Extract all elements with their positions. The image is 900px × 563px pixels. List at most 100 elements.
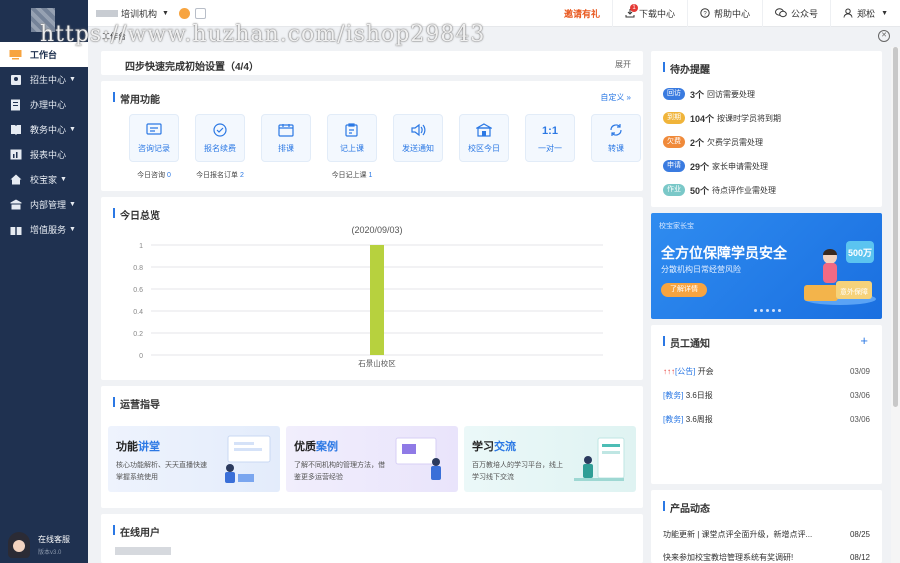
todo-item[interactable]: 到期 104个 按课时学员将到期 bbox=[663, 106, 781, 130]
document-icon bbox=[9, 98, 22, 111]
close-icon[interactable]: ✕ bbox=[878, 30, 890, 42]
product-item[interactable]: 功能更新 | 课堂点评全面升级，新增点评... 08/25 bbox=[663, 523, 870, 546]
invite-button[interactable]: 邀请有礼 bbox=[552, 0, 612, 27]
guide-card-desc: 了解不同机构的管理方法，借鉴更多运营经验 bbox=[294, 462, 385, 481]
insurance-banner[interactable]: 校宝家长宝 全方位保障学员安全 分散机构日常经营风险 了解详情 意外保障 500… bbox=[651, 213, 882, 319]
function-button[interactable]: 发送通知 bbox=[393, 114, 443, 162]
y-tick-label: 0 bbox=[139, 353, 143, 360]
function-button[interactable]: 排课 bbox=[261, 114, 311, 162]
user-name: 郑松 bbox=[857, 8, 876, 19]
help-center-button[interactable]: ? 帮助中心 bbox=[687, 0, 762, 27]
todo-count: 50个 bbox=[690, 185, 710, 196]
gift-icon bbox=[9, 223, 22, 236]
notice-list: ↑↑↑[公告] 开会 03/09 [教务] 3.6日报 03/06 [教务] 3.6周报… bbox=[663, 359, 870, 431]
function-button[interactable]: 记上课 bbox=[327, 114, 377, 162]
function-label: 咨询记录 bbox=[138, 143, 170, 153]
online-support[interactable]: 在线客服 版本v3.0 bbox=[0, 527, 88, 563]
book-icon bbox=[9, 123, 22, 136]
notice-text: 3.6周报 bbox=[685, 414, 713, 424]
todo-item[interactable]: 欠费 2个 欠费学员需处理 bbox=[663, 130, 781, 154]
todo-text: 待点评作业需处理 bbox=[712, 185, 777, 195]
chevron-down-icon: ▼ bbox=[881, 9, 888, 17]
guide-title-a: 优质 bbox=[294, 441, 316, 453]
scrollbar-thumb[interactable] bbox=[893, 47, 898, 407]
todo-tag: 欠费 bbox=[663, 136, 685, 148]
sidebar-item-5[interactable]: 校宝家 ▼ bbox=[0, 167, 88, 192]
todo-item[interactable]: 作业 50个 待点评作业需处理 bbox=[663, 178, 781, 202]
user-menu[interactable]: 郑松 ▼ bbox=[830, 0, 900, 27]
scrollbar[interactable] bbox=[891, 47, 900, 563]
banner-details-button[interactable]: 了解详情 bbox=[661, 283, 707, 297]
campus-icon bbox=[474, 122, 494, 139]
function-button[interactable]: 报名续费 bbox=[195, 114, 245, 162]
todo-tag: 到期 bbox=[663, 112, 685, 124]
sidebar-item-3[interactable]: 教务中心 ▼ bbox=[0, 117, 88, 142]
sidebar: 工作台 招生中心 ▼ 办理中心 教务中心 ▼ 报表中心 校宝家 ▼ 内部管理 ▼ 增值服务 ▼ 在线客服… bbox=[0, 0, 88, 563]
tab-workbench[interactable]: 工作台 bbox=[102, 31, 126, 42]
product-item[interactable]: 快来参加校宝教培管理系统有奖调研! 08/12 bbox=[663, 546, 870, 563]
function-button[interactable]: 咨询记录 bbox=[129, 114, 179, 162]
function-button[interactable]: 转课 bbox=[591, 114, 641, 162]
todo-item[interactable]: 申请 29个 家长申请需处理 bbox=[663, 154, 781, 178]
org-name-blur bbox=[96, 9, 118, 17]
add-notice-button[interactable]: + bbox=[860, 333, 868, 348]
home-icon bbox=[9, 173, 22, 186]
sidebar-item-4[interactable]: 报表中心 bbox=[0, 142, 88, 167]
logo bbox=[0, 0, 88, 42]
sidebar-item-label: 内部管理 bbox=[30, 200, 67, 210]
expand-button[interactable]: 展开 bbox=[615, 59, 631, 70]
product-text: 功能更新 | 课堂点评全面升级，新增点评... bbox=[663, 530, 813, 539]
function-stat: 今日报名订单 2 bbox=[196, 170, 244, 180]
sidebar-item-7[interactable]: 增值服务 ▼ bbox=[0, 217, 88, 242]
function-label: 报名续费 bbox=[204, 143, 236, 153]
notice-label: ↑↑↑[公告] 开会 bbox=[663, 366, 714, 377]
org-selector[interactable]: 培训机构 ▼ bbox=[96, 7, 169, 20]
function-stat-value: 2 bbox=[240, 172, 244, 179]
users-icon bbox=[9, 73, 22, 86]
invite-label: 邀请有礼 bbox=[563, 8, 600, 19]
todo-card: 待办提醒 回访 3个 回访需要处理 到期 104个 按课时学员将到期 欠费 2个 欠费学员需处理… bbox=[651, 51, 882, 207]
banner-badge: 500万 bbox=[848, 248, 872, 258]
wechat-button[interactable]: 公众号 bbox=[762, 0, 830, 27]
wechat-icon bbox=[775, 8, 787, 18]
desk-icon bbox=[9, 48, 22, 61]
clipboard-icon bbox=[344, 122, 360, 139]
sidebar-item-6[interactable]: 内部管理 ▼ bbox=[0, 192, 88, 217]
y-tick-label: 0.6 bbox=[133, 287, 143, 294]
guide-title-b: 案例 bbox=[316, 441, 338, 453]
function-stat-label: 今日记上课 bbox=[331, 172, 367, 179]
chevron-down-icon: ▼ bbox=[162, 9, 169, 17]
banner-logo: 校宝家长宝 bbox=[659, 223, 694, 230]
guide-card-cases[interactable]: 优质案例 了解不同机构的管理方法，借鉴更多运营经验 bbox=[286, 426, 458, 492]
sidebar-item-2[interactable]: 办理中心 bbox=[0, 92, 88, 117]
functions-grid: 咨询记录 今日咨询 0 报名续费 今日报名订单 2 排课 记上课 今日记上课 1 发送通知 校区… bbox=[121, 114, 649, 180]
setup-card: 四步快速完成初始设置（4/4） 展开 bbox=[101, 51, 643, 75]
todo-item[interactable]: 回访 3个 回访需要处理 bbox=[663, 82, 781, 106]
guide-card-lecture[interactable]: 功能讲堂 核心功能解析、天天直播快速掌握系统使用 bbox=[108, 426, 280, 492]
guide-card-title: 功能讲堂 bbox=[116, 438, 160, 454]
todo-tag: 回访 bbox=[663, 88, 685, 100]
banner-illustration: 意外保障 500万 bbox=[804, 241, 876, 305]
banner-subtitle: 分散机构日常经营风险 bbox=[661, 265, 741, 274]
card-icon[interactable] bbox=[194, 7, 206, 19]
coin-icon[interactable] bbox=[178, 7, 190, 19]
notice-item[interactable]: [教务] 3.6周报 03/06 bbox=[663, 407, 870, 431]
notice-title: 员工通知 bbox=[663, 335, 710, 350]
function-button[interactable]: 1:1 一对一 bbox=[525, 114, 575, 162]
chart-bar bbox=[370, 245, 384, 355]
function-label: 记上课 bbox=[340, 143, 364, 153]
download-center-button[interactable]: 1 下载中心 bbox=[612, 0, 687, 27]
notice-item[interactable]: [教务] 3.6日报 03/06 bbox=[663, 383, 870, 407]
guide-card-exchange[interactable]: 学习交流 百万教培人的学习平台，线上学习线下交流 bbox=[464, 426, 636, 492]
online-title: 在线用户 bbox=[113, 524, 160, 539]
sidebar-item-1[interactable]: 招生中心 ▼ bbox=[0, 67, 88, 92]
customize-link[interactable]: 自定义 » bbox=[600, 92, 631, 103]
notice-item[interactable]: ↑↑↑[公告] 开会 03/09 bbox=[663, 359, 870, 383]
notice-date: 03/06 bbox=[849, 390, 870, 400]
notice-tag: [公告] bbox=[675, 366, 696, 376]
product-date: 08/12 bbox=[849, 553, 870, 562]
sidebar-item-0[interactable]: 工作台 bbox=[0, 42, 88, 67]
sidebar-menu: 工作台 招生中心 ▼ 办理中心 教务中心 ▼ 报表中心 校宝家 ▼ 内部管理 ▼ 增值服务 ▼ bbox=[0, 42, 88, 242]
function-button[interactable]: 校区今日 bbox=[459, 114, 509, 162]
banner-carousel-dots[interactable] bbox=[754, 309, 781, 312]
